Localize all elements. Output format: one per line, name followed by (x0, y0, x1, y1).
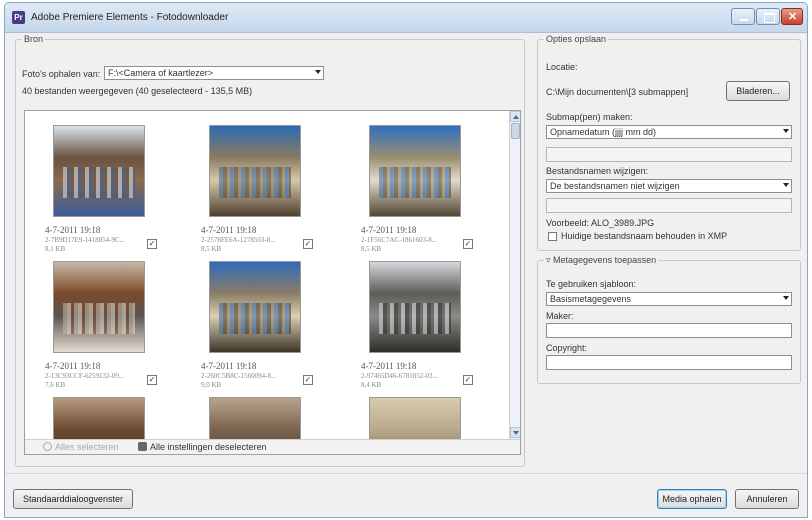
thumbnail-photo[interactable] (209, 125, 301, 217)
source-legend: Bron (22, 34, 46, 44)
thumbnail-area: 4-7-2011 19:18 2-7B9D17E9-1418854-9C... 8,… (25, 111, 509, 454)
subfolder-dropdown[interactable]: Opnamedatum (jjjj mm dd) (546, 125, 792, 139)
maker-field[interactable] (546, 323, 792, 338)
select-all-label: Alles selecteren (55, 442, 119, 452)
photo-content (63, 166, 135, 198)
selection-bar: Alles selecteren Alle instellingen desel… (25, 439, 520, 454)
copyright-label: Copyright: (546, 343, 588, 353)
photo-content (63, 302, 135, 334)
thumbnail-photo[interactable] (369, 125, 461, 217)
keep-filename-checkbox[interactable] (548, 232, 557, 241)
chevron-down-icon (783, 183, 789, 187)
collapse-arrow-icon: ▿ (546, 255, 554, 265)
photo-downloader-window: Pr Adobe Premiere Elements - Fotodownloa… (4, 2, 808, 518)
scroll-up-icon[interactable] (510, 111, 520, 122)
save-options-group: Opties opslaan Locatie: C:\Mijn document… (537, 34, 801, 251)
thumbnail-date: 4-7-2011 19:18 (361, 361, 417, 371)
photo-content (219, 302, 291, 334)
keep-filename-label: Huidige bestandsnaam behouden in XMP (561, 231, 728, 241)
template-label: Te gebruiken sjabloon: (546, 279, 637, 289)
thumbnail-date: 4-7-2011 19:18 (201, 361, 257, 371)
template-value: Basismetagegevens (550, 294, 632, 304)
select-all-icon (43, 442, 52, 451)
select-all-button[interactable]: Alles selecteren (43, 442, 119, 452)
thumbnail-checkbox[interactable]: ✓ (147, 375, 157, 385)
thumbnail-checkbox[interactable]: ✓ (463, 239, 473, 249)
thumbnail-photo[interactable] (53, 261, 145, 353)
photo-content (379, 302, 451, 334)
thumbnail-checkbox[interactable]: ✓ (147, 239, 157, 249)
deselect-all-label: Alle instellingen deselecteren (150, 442, 267, 452)
copyright-field[interactable] (546, 355, 792, 370)
save-options-legend: Opties opslaan (544, 34, 609, 44)
thumbnail-checkbox[interactable]: ✓ (303, 375, 313, 385)
photo-content (219, 166, 291, 198)
chevron-down-icon (783, 129, 789, 133)
maker-label: Maker: (546, 311, 574, 321)
location-label: Locatie: (546, 62, 578, 72)
thumbnail-photo[interactable] (53, 125, 145, 217)
close-button[interactable] (781, 8, 803, 25)
thumbnail-photo[interactable] (369, 261, 461, 353)
title-bar: Pr Adobe Premiere Elements - Fotodownloa… (5, 3, 807, 33)
thumbnail-checkbox[interactable]: ✓ (463, 375, 473, 385)
deselect-all-button[interactable]: Alle instellingen deselecteren (138, 442, 267, 452)
get-media-button[interactable]: Media ophalen (657, 489, 727, 509)
footer-divider (5, 473, 807, 474)
scrollbar-thumb[interactable] (511, 123, 520, 139)
deselect-all-icon (138, 442, 147, 451)
thumbnail-date: 4-7-2011 19:18 (361, 225, 417, 235)
fetch-from-dropdown[interactable]: F:\<Camera of kaartlezer> (104, 66, 324, 80)
vertical-scrollbar[interactable] (509, 111, 520, 439)
thumbnail-date: 4-7-2011 19:18 (45, 361, 101, 371)
metadata-legend[interactable]: ▿ Metagegevens toepassen (544, 255, 659, 266)
metadata-legend-label: Metagegevens toepassen (553, 255, 657, 265)
rename-dropdown[interactable]: De bestandsnamen niet wijzigen (546, 179, 792, 193)
subfolder-value: Opnamedatum (jjjj mm dd) (550, 127, 657, 137)
metadata-group: ▿ Metagegevens toepassen Te gebruiken sj… (537, 255, 801, 384)
standard-dialog-button[interactable]: Standaarddialoogvenster (13, 489, 133, 509)
thumbnail-date: 4-7-2011 19:18 (45, 225, 101, 235)
maximize-button[interactable] (756, 8, 780, 25)
thumbnail-date: 4-7-2011 19:18 (201, 225, 257, 235)
window-title: Adobe Premiere Elements - Fotodownloader (31, 12, 229, 23)
rename-value: De bestandsnamen niet wijzigen (550, 181, 680, 191)
custom-subfolder-field[interactable] (546, 147, 792, 162)
browse-button[interactable]: Bladeren... (726, 81, 790, 101)
scroll-down-icon[interactable] (510, 427, 520, 438)
photo-content (379, 166, 451, 198)
custom-filename-field[interactable] (546, 198, 792, 213)
subfolder-label: Submap(pen) maken: (546, 112, 633, 122)
template-dropdown[interactable]: Basismetagegevens (546, 292, 792, 306)
thumbnail-checkbox[interactable]: ✓ (303, 239, 313, 249)
rename-label: Bestandsnamen wijzigen: (546, 166, 649, 176)
cancel-button[interactable]: Annuleren (735, 489, 799, 509)
minimize-button[interactable] (731, 8, 755, 25)
chevron-down-icon (315, 70, 321, 74)
thumbnail-photo[interactable] (209, 261, 301, 353)
location-path: C:\Mijn documenten\[3 submappen] (546, 87, 689, 97)
thumbnail-grid: 4-7-2011 19:18 2-7B9D17E9-1418854-9C... 8,… (24, 110, 521, 455)
premiere-elements-app-icon: Pr (12, 11, 25, 24)
fetch-from-value: F:\<Camera of kaartlezer> (108, 68, 214, 78)
file-summary: 40 bestanden weergegeven (40 geselecteer… (22, 86, 253, 96)
source-group: Bron Foto's ophalen van: F:\<Camera of k… (15, 34, 525, 467)
fetch-from-label: Foto's ophalen van: (22, 69, 101, 79)
filename-example: Voorbeeld: ALO_3989.JPG (546, 218, 655, 228)
chevron-down-icon (783, 296, 789, 300)
